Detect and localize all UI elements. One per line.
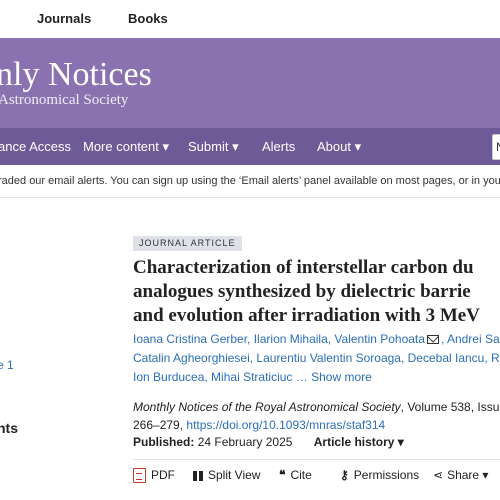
nav-more-content[interactable]: More content ▾	[83, 139, 169, 155]
mail-icon[interactable]	[426, 335, 439, 345]
author-list: Ioana Cristina Gerber, Ilarion Mihaila, …	[133, 330, 500, 387]
pdf-button[interactable]: PDF	[133, 468, 175, 484]
journal-title[interactable]: nly Notices	[0, 56, 152, 94]
article-history-toggle[interactable]: Article history ▾	[314, 435, 404, 449]
permissions-label: Permissions	[353, 468, 420, 482]
citation-info: Monthly Notices of the Royal Astronomica…	[133, 398, 500, 434]
published-date: 24 February 2025	[197, 435, 293, 449]
split-view-label: Split View	[208, 468, 261, 482]
author-link[interactable]: , Andrei San	[441, 332, 500, 346]
author-link[interactable]: Ioana Cristina Gerber, Ilarion Mihaila, …	[133, 332, 425, 346]
title-line: and evolution after irradiation with 3 M…	[133, 305, 480, 326]
notice-text: raded our email alerts. You can sign up …	[0, 175, 500, 187]
published-label: Published:	[133, 435, 195, 449]
nav-advance-access[interactable]: ance Access	[0, 139, 71, 154]
article-title: Characterization of interstellar carbon …	[133, 256, 500, 328]
search-input[interactable]: N	[492, 134, 500, 160]
quote-icon: ❝	[279, 468, 286, 482]
pdf-icon	[133, 468, 146, 484]
books-tab[interactable]: Books	[128, 11, 168, 26]
author-link[interactable]: Ion Burducea, Mihai Straticiuc …	[133, 370, 308, 384]
cite-label: Cite	[290, 468, 312, 482]
title-line: analogues synthesized by dielectric barr…	[133, 281, 471, 302]
split-view-icon	[193, 470, 203, 481]
divider	[133, 459, 500, 460]
show-more-link[interactable]: Show more	[311, 370, 372, 384]
share-icon: ⋖	[433, 468, 444, 482]
journals-tab[interactable]: Journals	[37, 11, 91, 26]
page-range: 266–279,	[133, 418, 187, 432]
volume-issue: , Volume 538, Issue 1	[400, 400, 500, 414]
sidebar-issue-link[interactable]: e 1	[0, 358, 14, 372]
share-button[interactable]: ⋖ Share ▾	[433, 468, 488, 482]
author-link[interactable]: Catalin Agheorghiesei, Laurentiu Valenti…	[133, 349, 500, 368]
title-line: Characterization of interstellar carbon …	[133, 257, 474, 278]
doi-link[interactable]: https://doi.org/10.1093/mnras/staf314	[186, 418, 385, 432]
cite-button[interactable]: ❝ Cite	[279, 468, 312, 482]
journal-banner: nly Notices Astronomical Society	[0, 38, 500, 128]
sidebar-heading: nts	[0, 420, 18, 436]
nav-submit[interactable]: Submit ▾	[188, 139, 239, 155]
journal-name: Monthly Notices of the Royal Astronomica…	[133, 400, 401, 414]
main-nav: ance Access More content ▾ Submit ▾ Aler…	[0, 128, 500, 165]
journal-subtitle: Astronomical Society	[0, 92, 129, 108]
split-view-button[interactable]: Split View	[193, 468, 260, 482]
top-bar: Journals Books	[0, 0, 500, 39]
key-icon: ⚷	[340, 468, 349, 482]
nav-alerts[interactable]: Alerts	[262, 139, 295, 154]
article-type-badge: JOURNAL ARTICLE	[133, 236, 242, 251]
share-label: Share ▾	[447, 468, 489, 482]
pdf-label: PDF	[151, 468, 175, 482]
alert-notice: raded our email alerts. You can sign up …	[0, 165, 500, 198]
nav-about[interactable]: About ▾	[317, 139, 361, 155]
permissions-button[interactable]: ⚷ Permissions	[340, 468, 419, 482]
publication-info: Published: 24 February 2025 Article hist…	[133, 435, 404, 449]
